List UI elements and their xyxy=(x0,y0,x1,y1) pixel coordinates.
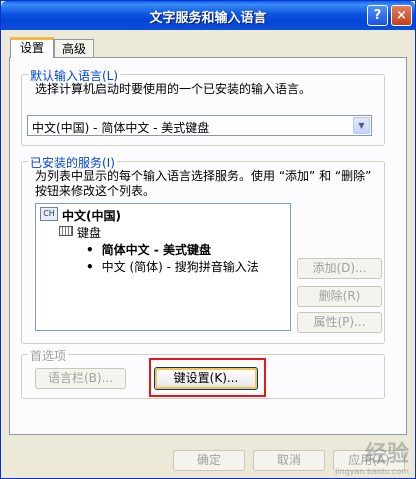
language-flag-icon: CH xyxy=(40,207,58,221)
cancel-button[interactable]: 取消 xyxy=(253,450,325,471)
bullet: • xyxy=(86,260,94,274)
add-button[interactable]: 添加(D)... xyxy=(297,258,382,279)
window-title: 文字服务和输入语言 xyxy=(149,11,267,26)
tree-category-keyboard[interactable]: 键盘 xyxy=(77,224,101,241)
dialog-window: 文字服务和输入语言 ? × 设置 高级 默认输入语言(L) 选择计算机启动时要使… xyxy=(0,0,416,479)
close-button[interactable]: × xyxy=(391,5,412,26)
tree-language[interactable]: 中文(中国) xyxy=(62,207,121,224)
chevron-down-icon[interactable]: ▼ xyxy=(353,117,370,134)
installed-services-description: 为列表中显示的每个输入语言选择服务。使用 “添加” 和 “删除” 按钮来修改这个… xyxy=(35,169,372,198)
default-language-value: 中文(中国) - 简体中文 - 美式键盘 xyxy=(32,121,210,135)
bullet: • xyxy=(86,243,94,257)
tree-item-label: 简体中文 - 美式键盘 xyxy=(101,243,212,257)
title-bar[interactable]: 文字服务和输入语言 ? × xyxy=(1,1,415,30)
services-list[interactable]: CH 中文(中国) 键盘 • 简体中文 - 美式键盘 • 中文 (简体) - 搜狗拼… xyxy=(35,203,291,331)
keyboard-icon xyxy=(59,226,73,236)
tree-item-sogou[interactable]: • 中文 (简体) - 搜狗拼音输入法 xyxy=(86,258,259,275)
ok-button[interactable]: 确定 xyxy=(173,450,245,471)
highlight-box xyxy=(149,358,266,397)
tab-advanced[interactable]: 高级 xyxy=(54,39,94,59)
properties-button[interactable]: 属性(P)... xyxy=(297,312,382,333)
remove-button[interactable]: 删除(R) xyxy=(297,286,382,307)
tree-item-label: 中文 (简体) - 搜狗拼音输入法 xyxy=(101,260,259,274)
default-language-select[interactable]: 中文(中国) - 简体中文 - 美式键盘 ▼ xyxy=(27,115,372,136)
help-button[interactable]: ? xyxy=(367,5,388,26)
apply-button[interactable]: 应用(A) xyxy=(333,450,405,471)
default-language-description: 选择计算机启动时要使用的一个已安装的输入语言。 xyxy=(35,82,312,96)
preferences-legend: 首选项 xyxy=(28,347,69,364)
tree-item-us-keyboard[interactable]: • 简体中文 - 美式键盘 xyxy=(86,241,211,258)
tab-settings[interactable]: 设置 xyxy=(10,37,54,58)
language-bar-button[interactable]: 语言栏(B)... xyxy=(35,368,126,389)
